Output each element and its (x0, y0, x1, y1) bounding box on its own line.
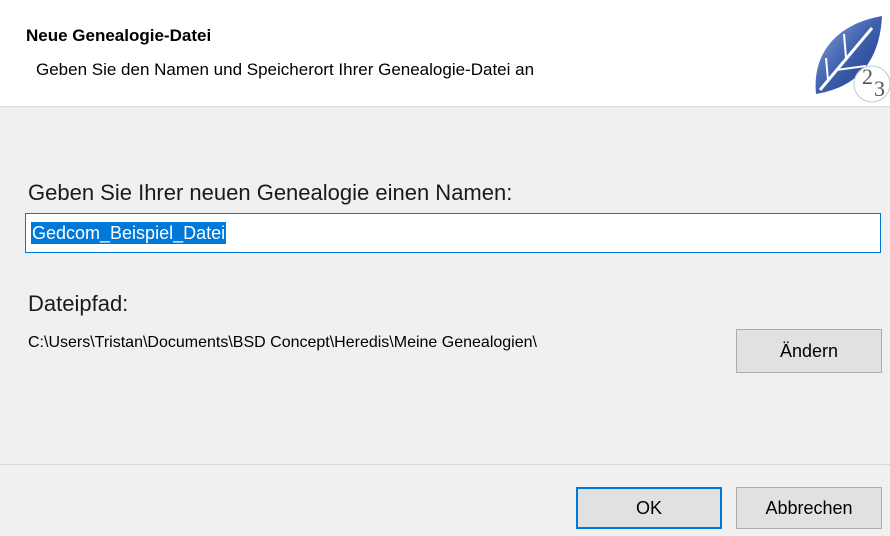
dialog-header: Neue Genealogie-Datei Geben Sie den Name… (0, 0, 890, 107)
file-path-label: Dateipfad: (28, 291, 129, 316)
new-genealogy-dialog: Neue Genealogie-Datei Geben Sie den Name… (0, 0, 890, 536)
genealogy-name-input[interactable]: Gedcom_Beispiel_Datei (25, 213, 881, 253)
svg-text:3: 3 (874, 76, 885, 101)
dialog-title: Neue Genealogie-Datei (26, 26, 212, 45)
file-path-value: C:\Users\Tristan\Documents\BSD Concept\H… (28, 334, 537, 351)
change-path-button[interactable]: Ändern (736, 329, 882, 373)
genealogy-name-label: Geben Sie Ihrer neuen Genealogie einen N… (28, 180, 513, 205)
heredis-leaf-logo-icon: 2 3 (806, 14, 890, 104)
dialog-subtitle: Geben Sie den Namen und Speicherort Ihre… (36, 60, 535, 79)
dialog-body (0, 107, 890, 465)
genealogy-name-value[interactable]: Gedcom_Beispiel_Datei (31, 222, 227, 244)
ok-button[interactable]: OK (576, 487, 722, 529)
svg-text:2: 2 (862, 64, 873, 89)
footer-divider (0, 464, 890, 465)
cancel-button[interactable]: Abbrechen (736, 487, 882, 529)
